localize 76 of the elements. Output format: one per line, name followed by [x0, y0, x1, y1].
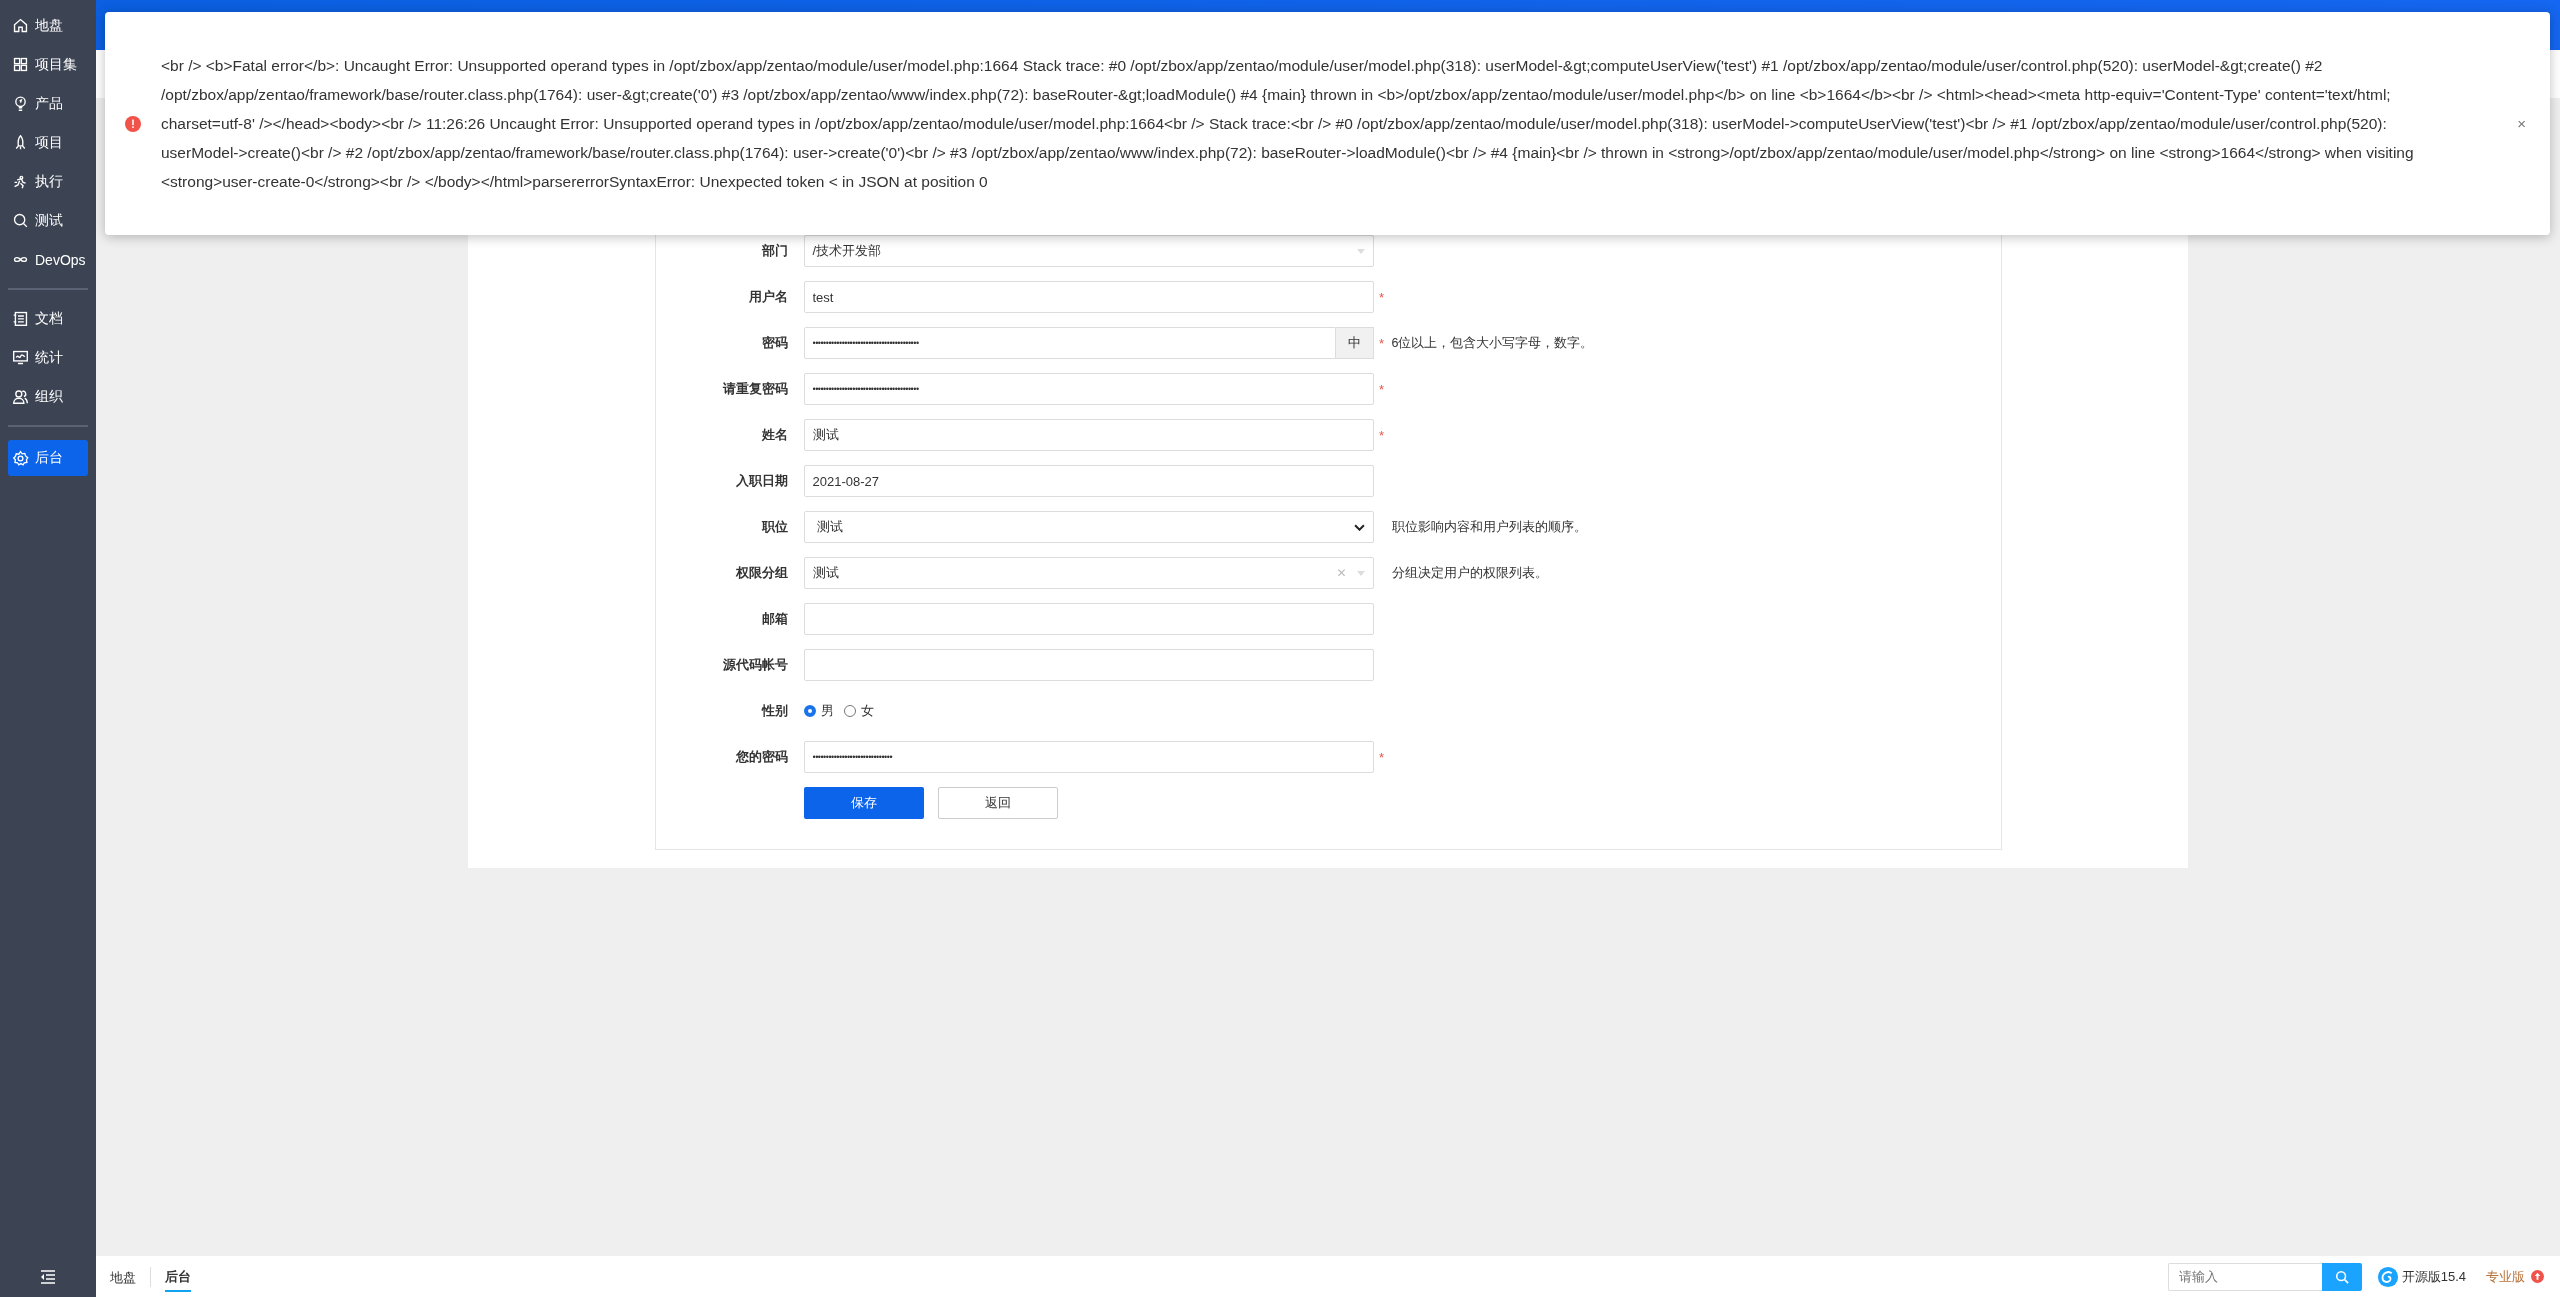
field-label: 源代码帐号 [721, 656, 789, 674]
input-field[interactable]: test [803, 281, 1374, 313]
input-field[interactable] [803, 649, 1374, 681]
strength-indicator: 中 [1335, 327, 1374, 359]
search-icon [2334, 1269, 2349, 1284]
search-field[interactable]: 请输入 [2167, 1262, 2322, 1291]
close-button[interactable]: × [2513, 115, 2530, 132]
select-field[interactable]: 测试 ✕ [803, 557, 1374, 589]
breadcrumb-link[interactable]: 后台 [165, 1261, 191, 1292]
field-value: 测试 [815, 518, 844, 536]
field-label: 密码 [760, 334, 789, 352]
radio-option[interactable]: 男 [803, 702, 834, 720]
field-label: 部门 [760, 242, 789, 260]
required-mark: * [1378, 289, 1385, 305]
field-label: 权限分组 [734, 564, 789, 582]
error-icon [125, 115, 141, 132]
caret-icon [1356, 248, 1365, 254]
field-label: 邮箱 [760, 610, 789, 628]
grid-icon [12, 56, 29, 73]
version-label: 开源版15.4 [2401, 1267, 2466, 1286]
field-label: 入职日期 [734, 472, 789, 490]
password-field[interactable]: •••••••••••••••••••••••••••••••••••••••• [803, 327, 1336, 359]
required-mark: * [1378, 335, 1385, 351]
field-label: 您的密码 [734, 748, 789, 766]
password-field[interactable]: •••••••••••••••••••••••••••••••••••••••• [803, 373, 1374, 405]
monitor-icon [12, 349, 29, 366]
field-hint: 6位以上，包含大小写字母，数字。 [1391, 334, 1594, 352]
chevron-down-icon [1353, 523, 1365, 531]
input-field[interactable]: 2021-08-27 [803, 465, 1374, 497]
field-value: 测试 [812, 564, 840, 582]
sidebar-item[interactable]: 产品 [8, 84, 88, 123]
back-button[interactable]: 返回 [937, 787, 1058, 819]
search-button[interactable] [2321, 1262, 2362, 1291]
sidebar-item[interactable]: 组织 [8, 377, 88, 416]
bulb-icon [12, 95, 29, 112]
save-button[interactable]: 保存 [803, 787, 924, 819]
password-field[interactable]: •••••••••••••••••••••••••••••• [803, 741, 1374, 773]
caret-icon [1356, 570, 1365, 576]
input-field[interactable] [803, 603, 1374, 635]
logo-icon [2376, 1265, 2399, 1288]
breadcrumb-link[interactable]: 地盘 [110, 1262, 136, 1291]
people-icon [12, 388, 29, 405]
upgrade-link[interactable]: 专业版 [2486, 1267, 2525, 1286]
select-field[interactable]: /技术开发部 [803, 235, 1374, 267]
upgrade-icon [2531, 1270, 2544, 1283]
sidebar-item[interactable]: 文档 [8, 299, 88, 338]
radio-option[interactable]: 女 [843, 702, 874, 720]
sidebar-item[interactable]: 地盘 [8, 6, 88, 45]
field-value: /技术开发部 [812, 242, 883, 260]
field-label: 性别 [760, 702, 789, 720]
radio-button[interactable] [803, 705, 816, 717]
required-mark: * [1378, 381, 1385, 397]
sidebar-item[interactable]: DevOps [8, 240, 88, 279]
field-label: 用户名 [747, 288, 789, 306]
input-field[interactable]: 测试 [803, 419, 1374, 451]
sidebar-item[interactable]: 后台 [8, 440, 88, 476]
field-hint: 分组决定用户的权限列表。 [1391, 564, 1548, 582]
run-icon [12, 173, 29, 190]
required-mark: * [1378, 427, 1385, 443]
search-icon [12, 212, 29, 229]
required-mark: * [1378, 749, 1385, 765]
sidebar-item[interactable]: 项目 [8, 123, 88, 162]
sidebar-item[interactable]: 执行 [8, 162, 88, 201]
sidebar-item[interactable]: 项目集 [8, 45, 88, 84]
doc-icon [12, 310, 29, 327]
home-icon [12, 17, 29, 34]
field-label: 姓名 [760, 426, 789, 444]
field-label: 职位 [760, 518, 789, 536]
sidebar-item[interactable]: 统计 [8, 338, 88, 377]
dropdown-field[interactable]: 测试 [803, 511, 1374, 543]
error-text: <br /> <b>Fatal error</b>: Uncaught Error: Unsupported operand types in /opt/zbox/app/zentao/module/user/model.php:1664 Stack trace: #0 /opt/zbox/app/zentao/module/user/model.php(318): userModel-&gt;computeUserView('test') #1 /opt/zbox/app/zentao/module/user/control.php(520): userModel-&gt;create() #2 /opt/zbox/app/zentao/framework/base/router.class.php(1764): user-&gt;create('0') #3 /opt/zbox/app/zentao/www/index.php(72): baseRouter-&gt;loadModule() #4 {main} thrown in <b>/opt/zbox/app/zentao/module/user/model.php</b> on line <b>1664</b><br /> <html><head><meta http-equiv='Content-Type' content='text/html; charset=utf-8' /></head><body><br /> 11:26:26 Uncaught Error: Unsupported operand types in /opt/zbox/app/zentao/module/user/model.php:1664<br /> Stack trace:<br /> #0 /opt/zbox/app/zentao/module/user/model.php(318): userModel->computeUserView('test')<br /> #1 /opt/zbox/app/zentao/module/user/control.php(520): userModel->create()<br /> #2 /opt/zbox/app/zentao/framework/base/router.class.php(1764): user->create('0')<br /> #3 /opt/zbox/app/zentao/www/index.php(72): baseRouter->loadModule()<br /> #4 {main}<br /> thrown in <strong>/opt/zbox/app/zentao/module/user/model.php</strong> on line <strong>1664</strong> when visiting <strong>user-create-0</strong><br /> </body></html>parsererrorSyntaxError: Unexpected token < in JSON at position 0 [161, 56, 2415, 192]
menu-collapse-icon[interactable] [40, 1269, 56, 1284]
field-label: 请重复密码 [721, 380, 789, 398]
gear-icon [12, 449, 29, 467]
field-hint: 职位影响内容和用户列表的顺序。 [1391, 518, 1587, 536]
sidebar-item[interactable]: 测试 [8, 201, 88, 240]
